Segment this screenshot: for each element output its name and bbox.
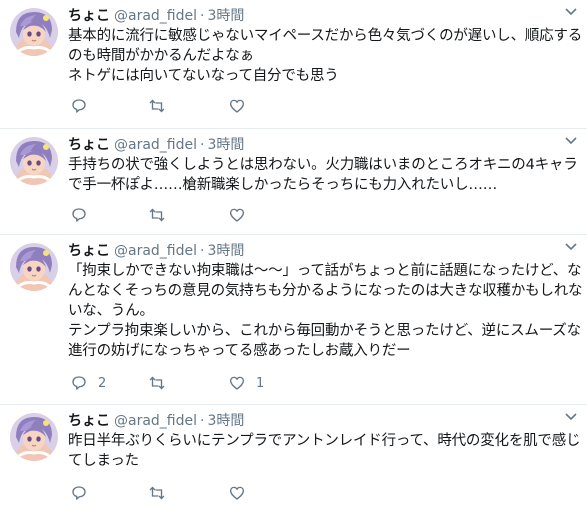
tweet-header: ちょこ @arad_fidel · 3時間 [68, 6, 244, 26]
tweet-text: 「拘束しかできない拘束職は〜〜」って話がちょっと前に話題になったけど、なんとなく… [68, 263, 583, 359]
user-handle[interactable]: @arad_fidel [114, 137, 197, 153]
tweet-header: ちょこ @arad_fidel · 3時間 [68, 135, 244, 155]
display-name[interactable]: ちょこ [68, 243, 110, 259]
tweet[interactable]: ちょこ @arad_fidel · 3時間 「拘束しかできない拘束職は〜〜」って話がち… [0, 235, 587, 405]
avatar[interactable] [10, 413, 58, 461]
avatar[interactable] [10, 8, 58, 56]
tweet-header: ちょこ @arad_fidel · 3時間 [68, 411, 244, 431]
like-button[interactable] [228, 96, 256, 116]
timestamp[interactable]: 3時間 [207, 137, 244, 153]
tweet[interactable]: ちょこ @arad_fidel · 3時間 手持ちの状で強くしようとは思わない。火力職… [0, 129, 587, 235]
tweet-text: 昨日半年ぶりくらいにテンプラでアントンレイド行って、時代の変化を肌で感じてしまっ… [68, 433, 581, 469]
separator: · [200, 8, 205, 24]
timestamp[interactable]: 3時間 [207, 243, 244, 259]
like-button[interactable]: 1 [228, 373, 264, 393]
reply-icon [70, 206, 88, 224]
heart-icon [228, 206, 246, 224]
separator: · [200, 137, 205, 153]
like-count: 1 [256, 375, 265, 391]
timestamp[interactable]: 3時間 [207, 8, 244, 24]
retweet-icon [148, 484, 166, 502]
chevron-down-icon[interactable] [565, 243, 577, 251]
retweet-icon [148, 374, 166, 392]
tweet-header: ちょこ @arad_fidel · 3時間 [68, 241, 244, 261]
display-name[interactable]: ちょこ [68, 413, 110, 429]
timestamp[interactable]: 3時間 [207, 413, 244, 429]
chevron-down-icon[interactable] [565, 413, 577, 421]
like-button[interactable] [228, 483, 256, 503]
retweet-button[interactable] [148, 373, 176, 393]
retweet-button[interactable] [148, 205, 176, 225]
display-name[interactable]: ちょこ [68, 137, 110, 153]
reply-button[interactable] [70, 96, 98, 116]
reply-button[interactable]: 2 [70, 373, 106, 393]
display-name[interactable]: ちょこ [68, 8, 110, 24]
reply-icon [70, 97, 88, 115]
retweet-button[interactable] [148, 96, 176, 116]
user-handle[interactable]: @arad_fidel [114, 243, 197, 259]
separator: · [200, 243, 205, 259]
tweet-text: 手持ちの状で強くしようとは思わない。火力職はいまのところオキニの4キャラで手一杯… [68, 157, 578, 193]
heart-icon [228, 484, 246, 502]
heart-icon [228, 374, 246, 392]
chevron-down-icon[interactable] [565, 137, 577, 145]
chevron-down-icon[interactable] [565, 8, 577, 16]
avatar[interactable] [10, 243, 58, 291]
retweet-icon [148, 97, 166, 115]
tweet-text: 基本的に流行に敏感じゃないマイペースだから色々気づくのが遅いし、順応するのも時間… [68, 28, 583, 84]
tweet[interactable]: ちょこ @arad_fidel · 3時間 基本的に流行に敏感じゃないマイペースだから… [0, 0, 587, 129]
user-handle[interactable]: @arad_fidel [114, 8, 197, 24]
separator: · [200, 413, 205, 429]
reply-count: 2 [98, 375, 107, 391]
reply-icon [70, 374, 88, 392]
retweet-button[interactable] [148, 483, 176, 503]
avatar[interactable] [10, 137, 58, 185]
reply-button[interactable] [70, 205, 98, 225]
heart-icon [228, 97, 246, 115]
user-handle[interactable]: @arad_fidel [114, 413, 197, 429]
tweet[interactable]: ちょこ @arad_fidel · 3時間 昨日半年ぶりくらいにテンプラでアントンレイ… [0, 405, 587, 509]
reply-button[interactable] [70, 483, 98, 503]
reply-icon [70, 484, 88, 502]
retweet-icon [148, 206, 166, 224]
like-button[interactable] [228, 205, 256, 225]
